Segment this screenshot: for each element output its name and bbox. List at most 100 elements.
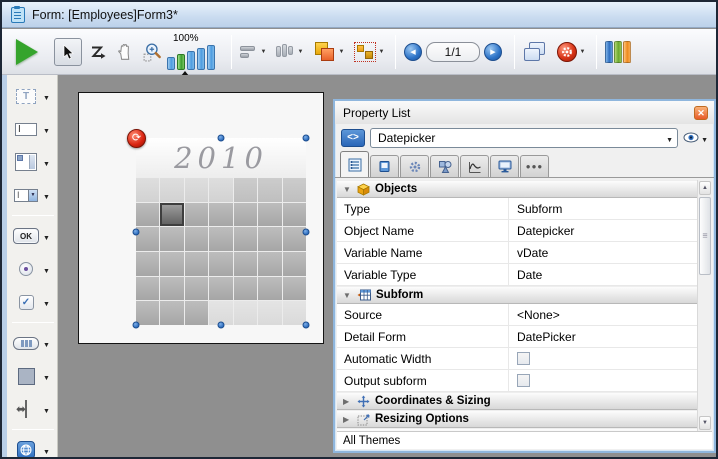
view-options-button[interactable] <box>683 129 708 147</box>
form-page[interactable]: 2010 ⟳ <box>78 92 324 344</box>
tool-combo-box[interactable]: I▼ <box>8 180 57 210</box>
subform-link-badge[interactable]: ⟳ <box>127 129 146 148</box>
property-value[interactable]: Datepicker <box>509 220 697 241</box>
automatic-width-checkbox[interactable] <box>517 352 530 365</box>
tool-button-grid[interactable] <box>8 328 57 358</box>
calendar-cell <box>258 227 281 251</box>
output-subform-checkbox[interactable] <box>517 374 530 387</box>
layers-dropdown[interactable] <box>336 41 347 63</box>
object-selector-combo[interactable]: Datepicker <box>370 128 678 148</box>
zoom-bar-1[interactable] <box>167 57 175 70</box>
hand-tool-button[interactable] <box>116 43 134 61</box>
calendar-cell <box>185 277 208 301</box>
tool-dropdown[interactable] <box>43 227 50 245</box>
library-button[interactable] <box>605 41 631 63</box>
tab-more[interactable]: ●●● <box>520 155 549 177</box>
calendar-cell <box>185 203 208 227</box>
tool-dropdown[interactable] <box>43 400 50 418</box>
tool-dropdown[interactable] <box>43 334 50 352</box>
tool-splitter[interactable] <box>8 394 57 424</box>
datepicker-subform-object[interactable]: 2010 ⟳ <box>136 138 306 325</box>
distribute-dropdown[interactable] <box>295 41 306 63</box>
tool-input-field[interactable]: I <box>8 114 57 144</box>
title-bar[interactable]: Form: [Employees]Form3* <box>2 2 716 28</box>
actions-dropdown[interactable] <box>577 41 588 63</box>
tab-gear[interactable] <box>400 155 429 177</box>
subform-table-icon <box>357 289 371 301</box>
selection-handle-bottom-right[interactable] <box>303 322 310 329</box>
calendar-cell <box>283 277 306 301</box>
tool-dropdown[interactable] <box>43 87 50 105</box>
zoom-bar-5[interactable] <box>207 45 215 70</box>
tool-dropdown[interactable] <box>43 153 50 171</box>
tool-dropdown[interactable] <box>43 260 50 278</box>
entry-order-tool-button[interactable] <box>89 44 107 60</box>
triangle-right-icon: ▶ <box>343 415 352 424</box>
calendar-cell <box>160 277 183 301</box>
tool-dropdown[interactable] <box>43 293 50 311</box>
prev-next-object-buttons[interactable]: <> <box>341 129 365 147</box>
tool-dropdown[interactable] <box>43 367 50 385</box>
selection-handle-right[interactable] <box>303 228 310 235</box>
calendar-cell <box>185 252 208 276</box>
selection-handle-left[interactable] <box>133 228 140 235</box>
run-button[interactable] <box>16 39 38 65</box>
resize-rect-icon <box>357 413 370 426</box>
scroll-down-icon[interactable] <box>699 416 711 430</box>
zoom-bar-current[interactable] <box>177 54 185 70</box>
scroll-up-icon[interactable] <box>699 181 711 195</box>
gear-icon <box>557 42 577 62</box>
property-value[interactable]: DatePicker <box>509 326 697 347</box>
tab-properties-list[interactable] <box>340 151 369 177</box>
property-value[interactable]: <None> <box>509 304 697 325</box>
distribute-button[interactable] <box>275 43 295 61</box>
zoom-tool-button[interactable] <box>143 42 163 62</box>
tool-dropdown[interactable] <box>43 120 50 138</box>
align-dropdown[interactable] <box>258 41 269 63</box>
select-tool-button[interactable] <box>54 38 82 66</box>
shapes-icon <box>438 160 452 174</box>
tool-static-text[interactable]: T <box>8 81 57 111</box>
property-value[interactable]: Subform <box>509 198 697 219</box>
selection-handle-bottom-left[interactable] <box>133 322 140 329</box>
property-value[interactable]: Date <box>509 264 697 285</box>
book-icon <box>378 160 391 173</box>
zoom-bar-3[interactable] <box>187 51 195 70</box>
tab-shapes[interactable] <box>430 155 459 177</box>
zoom-bars[interactable] <box>167 45 215 70</box>
prev-page-button[interactable]: ◀ <box>404 43 422 61</box>
tool-list-box[interactable] <box>8 147 57 177</box>
tab-book[interactable] <box>370 155 399 177</box>
next-page-button[interactable]: ▶ <box>484 43 502 61</box>
section-objects[interactable]: ▼ Objects <box>337 180 697 198</box>
layers-button[interactable] <box>314 42 336 62</box>
tool-check-box[interactable]: ✓ <box>8 287 57 317</box>
property-value[interactable]: vDate <box>509 242 697 263</box>
zoom-bar-4[interactable] <box>197 48 205 70</box>
section-coordinates-sizing[interactable]: ▶ Coordinates & Sizing <box>337 392 697 410</box>
tool-radio-button[interactable] <box>8 254 57 284</box>
group-button[interactable] <box>354 42 376 62</box>
tool-rectangle[interactable] <box>8 361 57 391</box>
selection-handle-top[interactable] <box>218 135 225 142</box>
forms-button[interactable] <box>523 41 547 63</box>
page-indicator[interactable]: 1/1 <box>426 42 480 62</box>
section-resizing-options[interactable]: ▶ Resizing Options <box>337 410 697 428</box>
tool-dropdown[interactable] <box>43 186 50 204</box>
tool-web-area[interactable] <box>8 435 57 459</box>
property-scrollbar[interactable] <box>697 180 712 431</box>
selection-handle-top-right[interactable] <box>303 135 310 142</box>
group-dropdown[interactable] <box>376 41 387 63</box>
zoom-level-control[interactable]: 100% <box>167 33 215 70</box>
tab-events[interactable] <box>460 155 489 177</box>
property-list-titlebar[interactable]: Property List ✕ <box>335 101 714 124</box>
tab-display[interactable] <box>490 155 519 177</box>
selection-handle-bottom[interactable] <box>218 322 225 329</box>
scroll-thumb[interactable] <box>699 197 711 275</box>
actions-button[interactable] <box>557 42 577 62</box>
tool-button[interactable]: OK <box>8 221 57 251</box>
close-icon[interactable]: ✕ <box>694 106 708 120</box>
align-button[interactable] <box>240 44 258 60</box>
tool-dropdown[interactable] <box>43 441 50 459</box>
section-subform[interactable]: ▼ Subform <box>337 286 697 304</box>
